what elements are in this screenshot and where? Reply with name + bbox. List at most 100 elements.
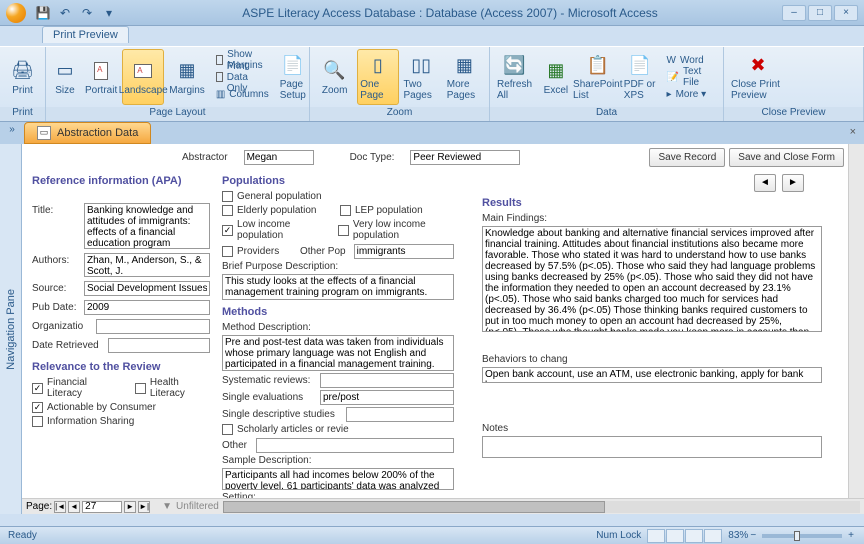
dateret-field[interactable] [108,338,210,353]
text-file-button[interactable]: 📝Text File [663,69,717,85]
other-pop-label: Other Pop [300,246,346,257]
qat-dropdown-icon[interactable]: ▾ [100,4,118,22]
more-pages-button[interactable]: ▦More Pages [444,49,485,105]
portrait-button[interactable]: APortrait [82,49,120,105]
more-export-button[interactable]: ▸More ▾ [663,86,717,102]
vertical-scrollbar[interactable] [848,144,864,498]
notes-field[interactable] [482,436,822,458]
page-number-field[interactable] [82,501,122,513]
title-field[interactable] [84,203,210,249]
columns-button[interactable]: ▥Columns [212,86,273,102]
page-setup-button[interactable]: 📄Page Setup [277,49,309,105]
health-lit-check[interactable] [135,383,146,394]
print-data-only-check[interactable]: Print Data Only [212,69,273,85]
save-close-button[interactable]: Save and Close Form [729,148,844,167]
horizontal-scrollbar[interactable] [223,501,860,513]
navigation-pane-collapsed[interactable]: Navigation Pane [0,144,22,514]
document-tab[interactable]: ▭ Abstraction Data [24,122,151,144]
save-record-button[interactable]: Save Record [649,148,725,167]
close-preview-icon: ✖ [746,53,770,77]
main-findings-field[interactable] [482,226,822,332]
fin-lit-check[interactable] [32,383,43,394]
sharepoint-button[interactable]: 📋SharePoint List [577,49,619,105]
providers-check[interactable] [222,246,233,257]
view-button-3[interactable] [685,529,703,543]
redo-icon[interactable]: ↷ [78,4,96,22]
next-record-button[interactable]: ► [782,174,804,192]
pdf-xps-button[interactable]: 📄PDF or XPS [621,49,659,105]
close-button[interactable]: × [834,5,858,21]
next-page-button[interactable]: ► [124,501,136,513]
undo-icon[interactable]: ↶ [56,4,74,22]
maximize-button[interactable]: □ [808,5,832,21]
view-button-4[interactable] [704,529,722,543]
zoom-out-button[interactable]: − [750,530,756,541]
landscape-button[interactable]: ALandscape [122,49,164,105]
other-pop-field[interactable] [354,244,454,259]
doctype-field[interactable] [410,150,520,165]
one-page-button[interactable]: ▯One Page [357,49,398,105]
sample-field[interactable] [222,468,454,490]
view-button-1[interactable] [647,529,665,543]
scholarly-check[interactable] [222,424,233,435]
zoom-button[interactable]: 🔍Zoom [314,49,355,105]
print-button[interactable]: 🖨Print [4,49,41,105]
prev-page-button[interactable]: ◄ [68,501,80,513]
behaviors-label: Behaviors to chang [482,354,854,365]
two-pages-icon: ▯▯ [409,53,433,77]
shutter-bar-toggle[interactable]: » [4,124,20,140]
method-desc-label: Method Description: [222,322,472,333]
elderly-check[interactable] [222,205,233,216]
hscroll-thumb[interactable] [223,501,605,513]
refresh-all-button[interactable]: 🔄Refresh All [494,49,535,105]
margins-button[interactable]: ▦Margins [166,49,208,105]
abstractor-field[interactable] [244,150,314,165]
zoom-thumb[interactable] [794,531,800,541]
zoom-slider[interactable] [762,534,842,538]
page-setup-icon: 📄 [281,53,305,77]
group-data-label: Data [490,107,723,121]
method-desc-field[interactable] [222,335,454,371]
other-field[interactable] [256,438,454,453]
brief-purpose-field[interactable] [222,274,454,300]
last-page-button[interactable]: ►| [138,501,150,513]
save-icon[interactable]: 💾 [34,4,52,22]
prev-record-button[interactable]: ◄ [754,174,776,192]
close-preview-button[interactable]: ✖Close Print Preview [728,49,788,105]
authors-field[interactable] [84,253,210,277]
size-button[interactable]: ▭Size [50,49,80,105]
two-pages-button[interactable]: ▯▯Two Pages [401,49,442,105]
minimize-button[interactable]: – [782,5,806,21]
pubdate-field[interactable] [84,300,210,315]
office-orb[interactable] [6,3,26,23]
populations-section-header: Populations [222,175,472,187]
results-section-header: Results [482,197,854,209]
gen-pop-check[interactable] [222,191,233,202]
filter-indicator[interactable]: ▼Unfiltered [162,501,219,512]
lep-check[interactable] [340,205,351,216]
numlock-indicator: Num Lock [596,530,641,541]
filter-icon: ▼ [162,501,172,512]
zoom-in-button[interactable]: + [848,530,854,541]
view-button-2[interactable] [666,529,684,543]
first-page-button[interactable]: |◄ [54,501,66,513]
actionable-check[interactable] [32,402,43,413]
low-income-check[interactable] [222,225,233,236]
text-file-icon: 📝 [667,72,679,83]
title-label: Title: [32,203,80,216]
excel-button[interactable]: ▦Excel [537,49,575,105]
very-low-check[interactable] [338,225,349,236]
quick-access-toolbar: 💾 ↶ ↷ ▾ [34,4,118,22]
printer-icon: 🖨 [11,59,35,83]
single-desc-field[interactable] [346,407,454,422]
close-tab-button[interactable]: × [850,126,856,138]
org-field[interactable] [96,319,210,334]
behaviors-field[interactable] [482,367,822,383]
single-eval-field[interactable] [320,390,454,405]
pubdate-label: Pub Date: [32,300,80,313]
info-sharing-check[interactable] [32,416,43,427]
source-field[interactable] [84,281,210,296]
relevance-section-header: Relevance to the Review [32,361,212,373]
tab-print-preview[interactable]: Print Preview [42,26,129,43]
sys-reviews-field[interactable] [320,373,454,388]
